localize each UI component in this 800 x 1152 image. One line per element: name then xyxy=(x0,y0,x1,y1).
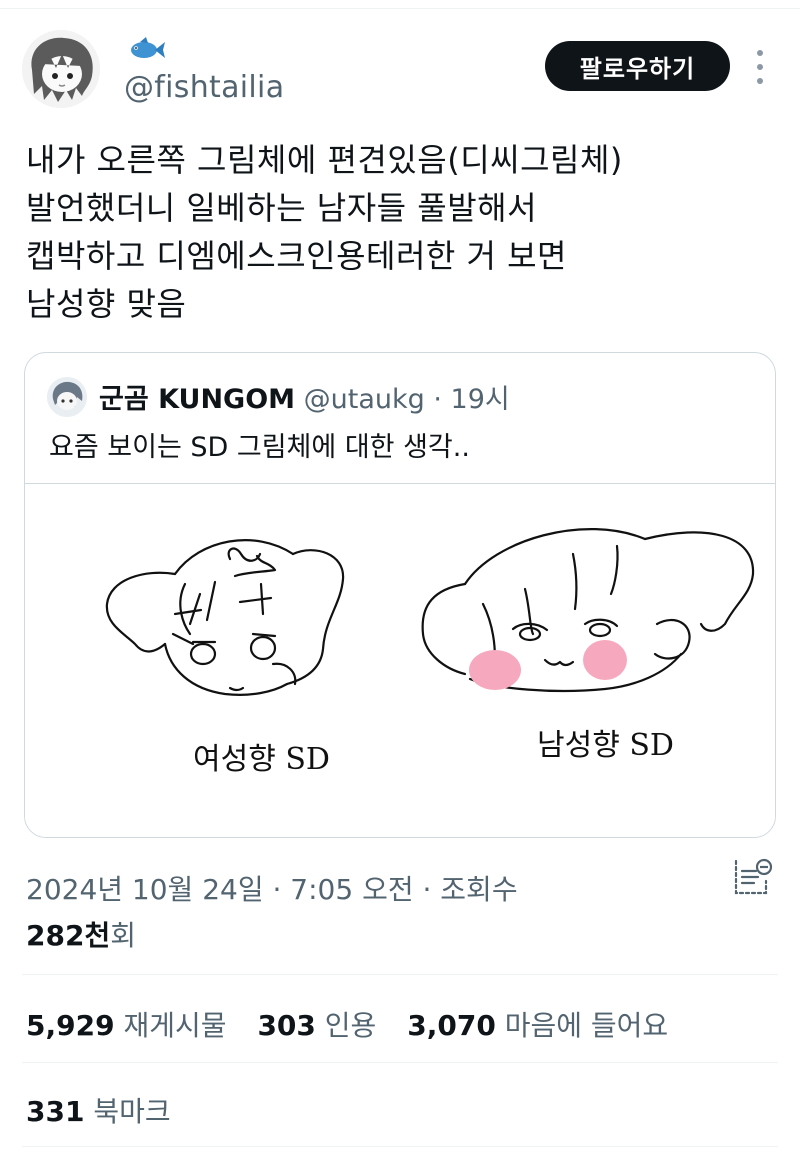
top-divider xyxy=(0,0,800,9)
divider-1 xyxy=(22,974,778,975)
views-number: 282천 xyxy=(26,919,111,952)
blush-marks xyxy=(469,640,627,690)
bookmarks-stat[interactable]: 331 북마크 xyxy=(26,1090,171,1130)
tweet-text: 내가 오른쪽 그림체에 편견있음(디씨그림체) 발언했더니 일베하는 남자들 풀… xyxy=(26,141,623,323)
quoted-avatar-icon xyxy=(47,377,87,417)
views-count: 282천회 xyxy=(26,914,136,954)
divider-3 xyxy=(22,1146,778,1147)
quoted-image[interactable]: 여성향 SD 남성향 SD xyxy=(25,483,775,837)
author-avatar[interactable] xyxy=(22,30,100,108)
quoted-header: 군곰 KUNGOM @utaukg · 19시 xyxy=(99,377,510,416)
quotes-label: 인용 xyxy=(324,1009,377,1042)
quoted-text: 요즘 보이는 SD 그림체에 대한 생각.. xyxy=(49,432,470,463)
quotes-number: 303 xyxy=(257,1009,316,1042)
quoted-author-handle[interactable]: @utaukg xyxy=(304,384,425,415)
quoted-tweet[interactable]: 군곰 KUNGOM @utaukg · 19시 요즘 보이는 SD 그림체에 대… xyxy=(24,352,776,838)
quotes-stat[interactable]: 303 인용 xyxy=(257,1009,398,1042)
quoted-author-avatar[interactable] xyxy=(47,377,87,417)
left-caption: 여성향 SD xyxy=(193,742,330,777)
quoted-author-name[interactable]: 군곰 KUNGOM xyxy=(99,384,295,415)
right-caption: 남성향 SD xyxy=(537,728,674,763)
likes-label: 마음에 들어요 xyxy=(504,1009,669,1042)
views-label: 회 xyxy=(110,919,136,952)
follow-button[interactable]: 팔로우하기 xyxy=(545,41,730,91)
more-vertical-icon[interactable] xyxy=(752,50,768,84)
quoted-time[interactable]: · 19시 xyxy=(433,384,509,415)
retweets-number: 5,929 xyxy=(26,1009,115,1042)
author-handle[interactable]: @fishtailia xyxy=(124,70,284,105)
likes-stat[interactable]: 3,070 마음에 들어요 xyxy=(407,1009,690,1042)
divider-2 xyxy=(22,1062,778,1063)
engagement-stats: 5,929 재게시물 303 인용 3,070 마음에 들어요 xyxy=(26,1004,690,1044)
tweet-timestamp[interactable]: 2024년 10월 24일 · 7:05 오전 · 조회수 xyxy=(26,868,518,908)
fish-emoji-icon xyxy=(126,34,166,64)
avatar-sketch-icon xyxy=(22,30,100,108)
sd-drawing-comparison xyxy=(105,527,755,696)
analytics-icon[interactable] xyxy=(730,855,774,899)
bookmarks-label: 북마크 xyxy=(93,1095,171,1128)
bookmarks-number: 331 xyxy=(26,1095,85,1128)
retweets-label: 재게시물 xyxy=(123,1009,227,1042)
retweets-stat[interactable]: 5,929 재게시물 xyxy=(26,1009,249,1042)
likes-number: 3,070 xyxy=(407,1009,496,1042)
